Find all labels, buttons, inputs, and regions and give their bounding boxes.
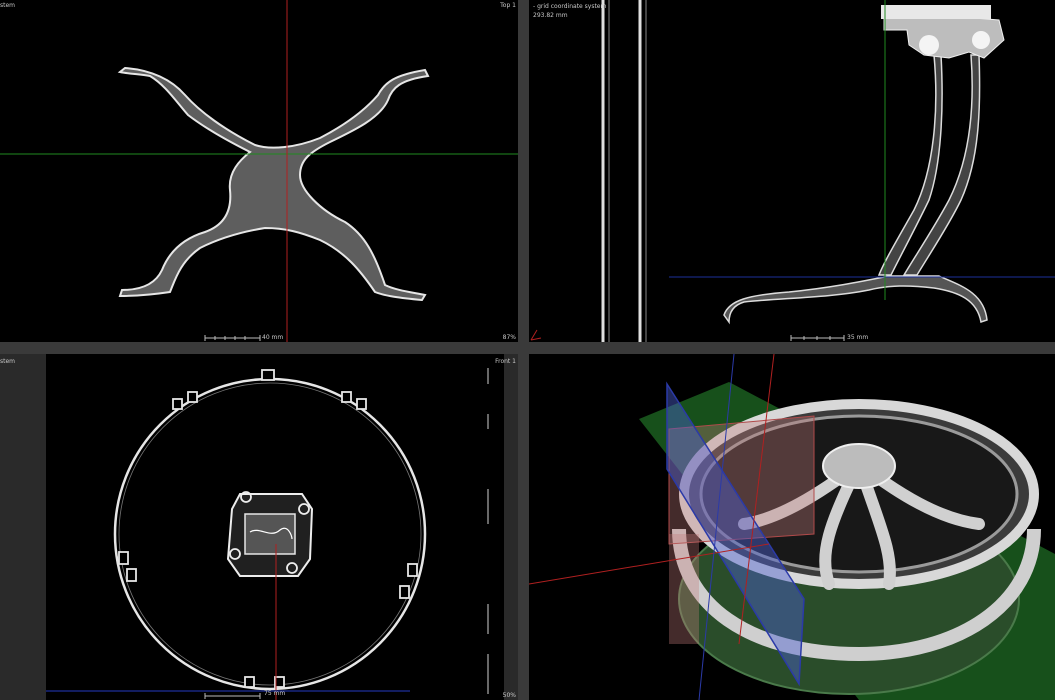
viewport-top-left[interactable]: stem Top 1 40 mm 87%	[0, 0, 518, 342]
scale-bar	[204, 693, 261, 699]
axis-gizmo	[530, 329, 542, 341]
scale-label: 35 mm	[847, 334, 869, 341]
top-view-canvas	[0, 0, 518, 342]
zoom-level: 50%	[502, 692, 516, 699]
view-name-label: Top 1	[500, 2, 516, 9]
scale-bar	[204, 335, 261, 341]
scale-label: 75 mm	[264, 690, 286, 697]
viewport-top-right[interactable]: - grid coordinate system 293.82 mm 35 mm	[529, 0, 1055, 342]
slice-plane-red-lower	[669, 534, 699, 644]
viewport-bottom-left[interactable]: stem Front 1 75 mm 50%	[0, 354, 518, 700]
zoom-level: 87%	[502, 334, 516, 341]
hub-center	[244, 513, 296, 555]
view-name-label: Front 1	[495, 358, 516, 365]
distance-readout: 293.82 mm	[533, 12, 568, 19]
viewport-3d[interactable]	[529, 354, 1055, 700]
rim-flange-profile	[723, 275, 988, 325]
viewport-corner-label: stem	[0, 358, 16, 365]
front-view-canvas	[46, 368, 489, 700]
scale-bar	[790, 335, 845, 341]
3d-view-canvas	[529, 354, 1055, 700]
spoke-cross-section	[117, 66, 430, 302]
side-view-canvas	[530, 0, 1055, 342]
coord-system-label: - grid coordinate system	[533, 3, 607, 10]
wheel-hub	[822, 443, 896, 489]
hub-flange	[881, 5, 991, 19]
scale-label: 40 mm	[262, 334, 284, 341]
viewport-corner-label: stem	[0, 2, 16, 9]
